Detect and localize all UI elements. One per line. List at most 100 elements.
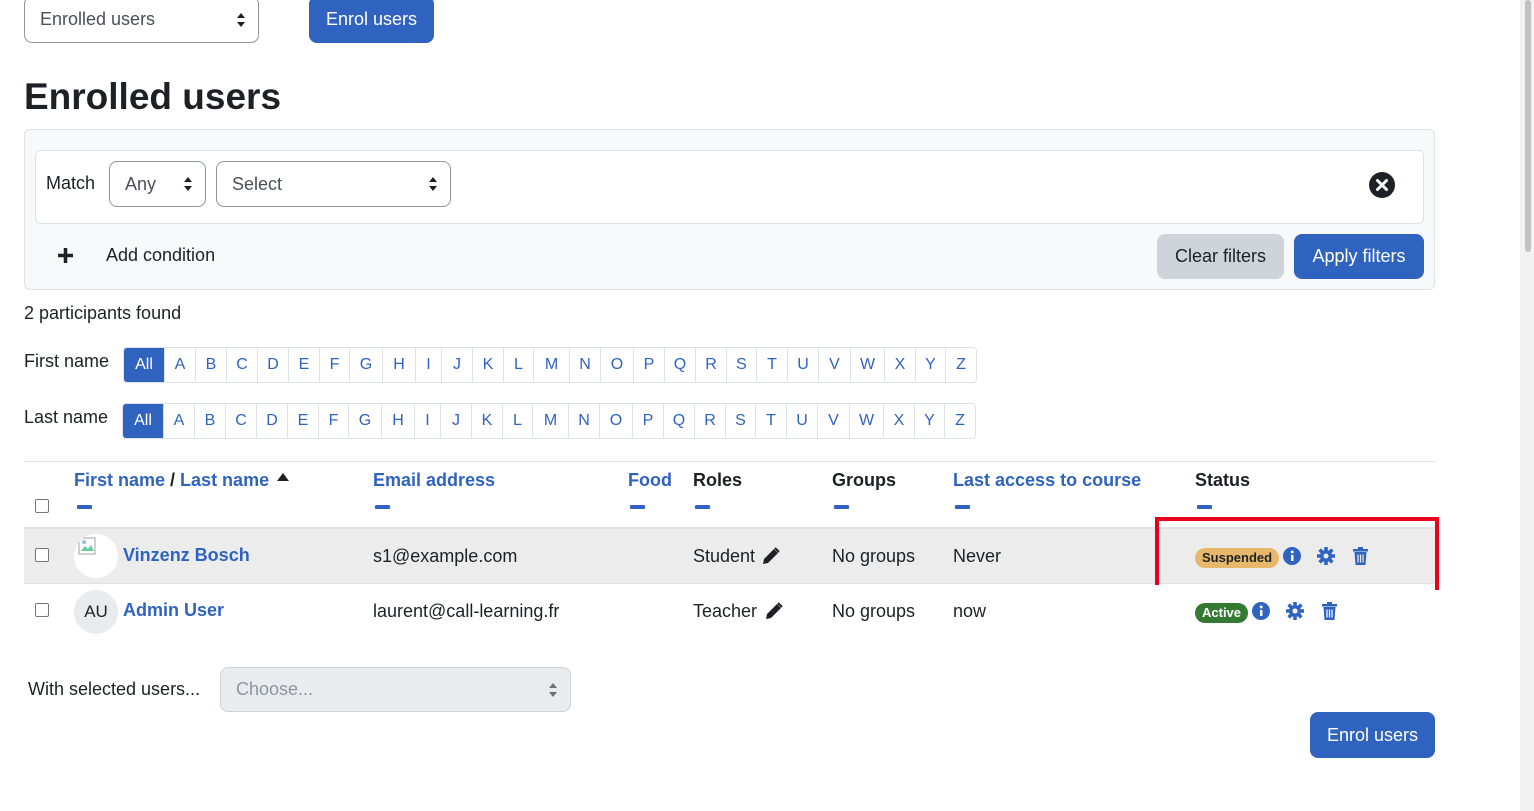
last-name-initials-label: Last name [24, 407, 109, 427]
first-name-initials-label: First name [24, 351, 110, 371]
enrol-users-top-button[interactable]: Enrol users [309, 0, 434, 43]
first-name-initial-n[interactable]: N [569, 348, 600, 382]
first-name-initial-r[interactable]: R [695, 348, 726, 382]
first-name-initial-q[interactable]: Q [664, 348, 695, 382]
last-name-initial-o[interactable]: O [599, 404, 632, 438]
page-scrollbar-thumb[interactable] [1525, 0, 1531, 252]
last-name-initial-h[interactable]: H [381, 404, 414, 438]
select-all-checkbox[interactable] [35, 499, 49, 513]
last-name-initial-k[interactable]: K [471, 404, 502, 438]
collapse-email-column-icon[interactable] [375, 505, 390, 509]
user-name-link[interactable]: Vinzenz Bosch [123, 545, 250, 566]
last-name-initial-m[interactable]: M [532, 404, 568, 438]
last-name-initial-f[interactable]: F [318, 404, 348, 438]
remove-condition-icon[interactable] [1369, 172, 1395, 198]
last-name-initial-e[interactable]: E [287, 404, 318, 438]
last-name-initial-u[interactable]: U [786, 404, 817, 438]
enrolment-info-icon[interactable] [1252, 602, 1270, 620]
collapse-last-access-column-icon[interactable] [955, 505, 970, 509]
apply-filters-button[interactable]: Apply filters [1294, 234, 1424, 279]
last-name-initial-y[interactable]: Y [914, 404, 944, 438]
first-name-initial-z[interactable]: Z [945, 348, 976, 382]
first-name-initial-i[interactable]: I [415, 348, 441, 382]
unenrol-trash-icon[interactable] [1322, 602, 1337, 620]
first-name-initial-u[interactable]: U [787, 348, 818, 382]
bulk-action-placeholder: Choose... [236, 679, 314, 699]
sort-last-name-link[interactable]: Last name [180, 470, 269, 490]
avatar: AU [74, 590, 118, 634]
last-name-initial-b[interactable]: B [194, 404, 225, 438]
first-name-initial-s[interactable]: S [726, 348, 756, 382]
enrol-users-bottom-button[interactable]: Enrol users [1310, 712, 1435, 758]
status-badge: Active [1195, 603, 1249, 623]
first-name-initial-h[interactable]: H [382, 348, 415, 382]
last-name-initial-j[interactable]: J [440, 404, 471, 438]
first-name-initial-f[interactable]: F [319, 348, 349, 382]
collapse-status-column-icon[interactable] [1197, 505, 1212, 509]
first-name-initial-t[interactable]: T [756, 348, 787, 382]
first-name-initial-m[interactable]: M [533, 348, 569, 382]
first-name-initial-e[interactable]: E [288, 348, 319, 382]
first-name-initial-y[interactable]: Y [915, 348, 945, 382]
edit-role-pencil-icon[interactable] [765, 602, 783, 620]
last-name-initial-c[interactable]: C [225, 404, 256, 438]
last-name-initial-d[interactable]: D [256, 404, 287, 438]
condition-type-select[interactable]: Select [216, 161, 451, 207]
first-name-initial-l[interactable]: L [503, 348, 533, 382]
header-email-link[interactable]: Email address [373, 470, 495, 491]
enrol-method-select[interactable]: Enrolled users [24, 0, 259, 43]
page-scrollbar[interactable] [1520, 0, 1534, 811]
last-name-initial-z[interactable]: Z [944, 404, 975, 438]
collapse-name-column-icon[interactable] [77, 505, 92, 509]
last-name-initial-w[interactable]: W [849, 404, 883, 438]
collapse-roles-column-icon[interactable] [695, 505, 710, 509]
first-name-initial-a[interactable]: A [164, 348, 195, 382]
last-name-initial-q[interactable]: Q [663, 404, 694, 438]
header-food-link[interactable]: Food [628, 470, 672, 491]
clear-filters-button[interactable]: Clear filters [1157, 234, 1284, 279]
add-condition-button[interactable]: Add condition [106, 245, 215, 266]
first-name-initial-d[interactable]: D [257, 348, 288, 382]
first-name-initial-p[interactable]: P [633, 348, 664, 382]
match-label: Match [46, 173, 96, 193]
first-name-initial-j[interactable]: J [441, 348, 472, 382]
collapse-food-column-icon[interactable] [630, 505, 645, 509]
user-name-link[interactable]: Admin User [123, 600, 224, 621]
last-name-initial-x[interactable]: X [883, 404, 914, 438]
match-select[interactable]: Any [109, 161, 206, 207]
first-name-initial-o[interactable]: O [600, 348, 633, 382]
last-name-initial-a[interactable]: A [163, 404, 194, 438]
last-name-initial-i[interactable]: I [414, 404, 440, 438]
sort-first-name-link[interactable]: First name [74, 470, 165, 490]
last-name-initial-t[interactable]: T [755, 404, 786, 438]
select-caret-icon [237, 12, 245, 27]
first-name-initial-b[interactable]: B [195, 348, 226, 382]
first-name-initial-x[interactable]: X [884, 348, 915, 382]
row-checkbox[interactable] [35, 548, 49, 562]
first-name-initial-all[interactable]: All [124, 348, 164, 382]
edit-role-pencil-icon[interactable] [762, 547, 780, 565]
row-checkbox[interactable] [35, 603, 49, 617]
last-name-initial-v[interactable]: V [817, 404, 849, 438]
first-name-initial-g[interactable]: G [349, 348, 382, 382]
collapse-groups-column-icon[interactable] [834, 505, 849, 509]
header-last-access-link[interactable]: Last access to course [953, 470, 1141, 491]
last-name-initial-l[interactable]: L [502, 404, 532, 438]
user-role: Student [693, 546, 756, 566]
first-name-initial-c[interactable]: C [226, 348, 257, 382]
last-name-initial-g[interactable]: G [348, 404, 381, 438]
first-name-initial-k[interactable]: K [472, 348, 503, 382]
last-name-initial-s[interactable]: S [725, 404, 755, 438]
first-name-initial-w[interactable]: W [850, 348, 884, 382]
last-name-initial-r[interactable]: R [694, 404, 725, 438]
avatar-initials: AU [84, 602, 108, 621]
last-name-initial-all[interactable]: All [123, 404, 163, 438]
bulk-action-select[interactable]: Choose... [220, 667, 571, 712]
header-status: Status [1195, 470, 1251, 490]
user-email: laurent@call-learning.fr [373, 601, 560, 621]
first-name-initial-v[interactable]: V [818, 348, 850, 382]
plus-icon[interactable] [57, 247, 74, 264]
last-name-initial-n[interactable]: N [568, 404, 599, 438]
edit-enrolment-gear-icon[interactable] [1286, 602, 1304, 620]
last-name-initial-p[interactable]: P [632, 404, 663, 438]
